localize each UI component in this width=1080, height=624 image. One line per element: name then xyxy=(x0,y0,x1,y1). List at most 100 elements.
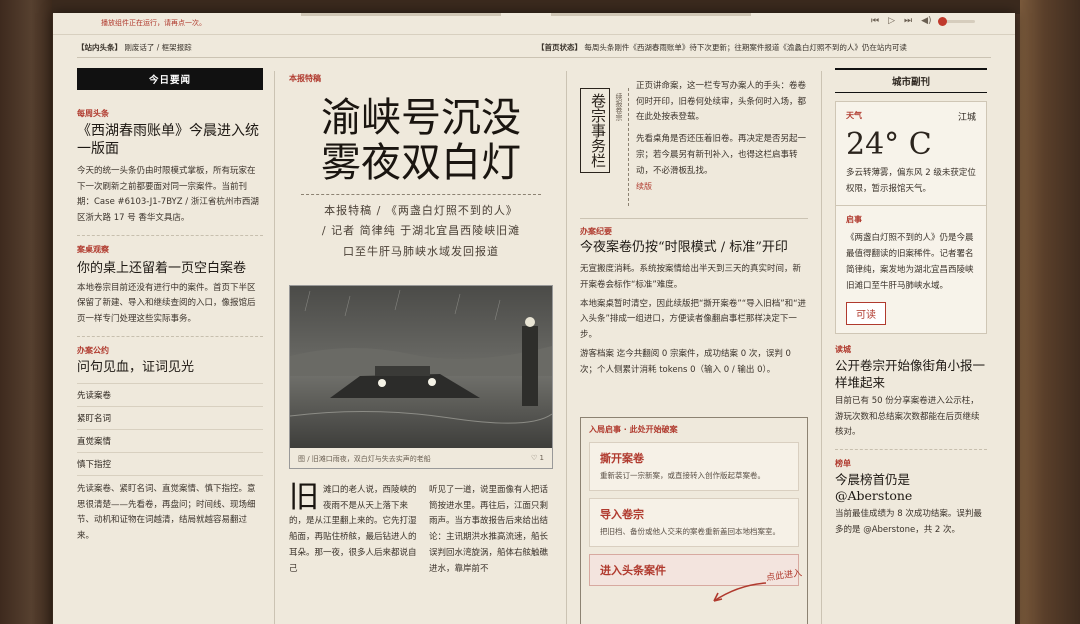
top-bar: 播放组件正在运行，请再点一次。 ⏮ ▷ ⏭ ◀) xyxy=(53,13,1015,35)
next-track-icon[interactable]: ⏭ xyxy=(904,16,912,26)
block-tag: 办案公约 xyxy=(77,345,109,355)
photo-caption: 图 / 旧滩口雨夜，双白灯与失去实声的老船 xyxy=(298,455,431,463)
col-rule-2 xyxy=(566,71,567,624)
card-title: 进入头条案件 xyxy=(600,563,666,577)
column-rule xyxy=(580,218,808,219)
list-item: 先读案卷 xyxy=(77,384,263,407)
reader-block: 读城 公开卷宗开始像街角小报一样堆起来 目前已有 50 份分享案卷进入公示柱，游… xyxy=(835,344,987,441)
feature-body-2: 听见了一道，说里面像有人把话筒按进水里。再往后，江面只剩雨声。当方事故报告后来给… xyxy=(429,485,549,574)
block-body: 本地卷宗目前还没有进行中的案件。首页下半区保留了新建、导入和继续查阅的入口，像报… xyxy=(77,282,256,325)
notice-p3: 游客档案 迄今共翻阅 0 宗案件，成功结案 0 次，误判 0 次；个人侧累计消耗… xyxy=(580,348,791,375)
rank-body: 当前最佳成绩为 8 次成功结案。误判最多的是 @Aberstone，共 2 次。 xyxy=(835,509,982,536)
ship-illustration xyxy=(290,286,552,448)
notice-p2: 本地案桌暂时清空，因此续版把“撕开案卷”“导入旧档”和“进入头条”排成一组进口，… xyxy=(580,298,807,341)
annotation-arrow-icon xyxy=(713,582,767,602)
divider xyxy=(77,234,263,236)
reader-body: 目前已有 50 份分享案卷进入公示柱，游玩次数和总结案次数都能在后页继续核对。 xyxy=(835,395,980,438)
byline-1: 本报特稿 / 《两盏白灯照不到的人》 xyxy=(324,203,518,217)
block-title: 问句见血，证词见光 xyxy=(77,360,263,384)
feature-text-col-1: 旧 滩口的老人说，西陵峡的夜雨不是从天上落下来的，是从江里翻上来的。它先打湿船面… xyxy=(289,483,417,577)
notice-tag: 办案纪要 xyxy=(580,227,612,236)
ticker-left-text[interactable]: 刚废话了 / 框架报踪 xyxy=(124,43,191,52)
column-intro: 正页讲命案，这一栏专写办案人的手头：卷卷何时开印，旧卷何处续审，头条何时入场，都… xyxy=(636,79,808,192)
reader-title[interactable]: 公开卷宗开始像街角小报一样堆起来 xyxy=(835,358,987,391)
block-tag: 案桌观察 xyxy=(77,244,109,254)
byline: 本报特稿 / 《两盏白灯照不到的人》 / 记者 简律纯 于湖北宜昌西陵峡旧滩 口… xyxy=(289,201,553,264)
divider xyxy=(835,448,987,450)
list-item: 慎下指控 xyxy=(77,453,263,476)
read-button[interactable]: 可读 xyxy=(846,302,886,326)
section-city: 城市副刊 xyxy=(835,68,987,93)
notice-box: 启事 《两盏白灯照不到的人》仍是今晨最值得翻读的旧案稀件。记者署名 简律纯，案发… xyxy=(835,206,987,335)
headline-line-2: 雾夜双白灯 xyxy=(321,139,521,186)
audio-player: ⏮ ▷ ⏭ ◀) xyxy=(871,16,975,26)
volume-icon[interactable]: ◀) xyxy=(921,16,931,26)
card-desc: 把旧档、备份或他人交来的案卷重新盖回本地档案室。 xyxy=(600,526,780,536)
col-rule-1 xyxy=(274,71,275,624)
byline-3: 口至牛肝马肺峡水域发回报道 xyxy=(343,245,499,259)
prev-track-icon[interactable]: ⏮ xyxy=(871,16,879,26)
notice-title: 今夜案卷仍按“时限模式 / 标准”开印 xyxy=(580,240,788,255)
entry-head: 入局启事 · 此处开始破案 xyxy=(589,425,678,434)
block-title[interactable]: 你的桌上还留着一页空白案卷 xyxy=(77,261,263,278)
feature-text-col-2: 听见了一道，说里面像有人把话筒按进水里。再往后，江面只剩雨声。当方事故报告后来给… xyxy=(429,483,553,577)
vertical-column-title: 卷宗事务栏 xyxy=(580,88,610,173)
more-link[interactable]: 续版 xyxy=(636,181,808,192)
dropcap: 旧 xyxy=(289,480,319,515)
like-button[interactable]: ♡ 1 xyxy=(531,454,544,464)
volume-knob[interactable] xyxy=(937,16,947,26)
weather-box: 天气 江城 24° C 多云转薄雾，偏东风 2 级未获定位权限，暂示报馆天气。 xyxy=(835,101,987,207)
headline-line-1: 渝峡号沉没 xyxy=(321,95,521,141)
intro-1: 正页讲命案，这一栏专写办案人的手头：卷卷何时开印，旧卷何处续审，头条何时入场，都… xyxy=(636,81,807,123)
vertical-rule xyxy=(628,88,629,206)
block-rules: 办案公约 问句见血，证词见光 先读案卷 紧盯名词 直觉案情 慎下指控 先读案卷、… xyxy=(77,345,263,545)
rank-block: 榜单 今晨榜首仍是 @Aberstone 当前最佳成绩为 8 次成功结案。误判最… xyxy=(835,458,987,539)
ticker-right-text: 每周头条刚件《西湖春雨账单》待下次更新；往期案件报道《渝蠡白灯照不到的人》仍在站… xyxy=(584,43,907,52)
notice-tag: 启事 xyxy=(846,215,862,225)
ticker-left: 【站内头条】 刚废话了 / 框架报踪 xyxy=(77,42,192,53)
card-title: 导入卷宗 xyxy=(600,507,644,521)
block-tag: 每周头条 xyxy=(77,109,109,118)
play-icon[interactable]: ▷ xyxy=(888,16,895,26)
block-desk: 案桌观察 你的桌上还留着一页空白案卷 本地卷宗目前还没有进行中的案件。首页下半区… xyxy=(77,244,263,328)
weather-tag: 天气 xyxy=(846,111,862,120)
feature-tag: 本报特稿 xyxy=(289,74,321,83)
card-title: 撕开案卷 xyxy=(600,452,644,465)
ticker-right: 【首页状态】 每周头条刚件《西湖春雨账单》待下次更新；往期案件报道《渝蠡白灯照不… xyxy=(537,42,907,53)
wood-right-edge xyxy=(1020,0,1080,624)
newspaper-page: 播放组件正在运行，请再点一次。 ⏮ ▷ ⏭ ◀) 【站内头条】 刚废话了 / 框… xyxy=(53,13,1015,624)
ticker-right-label: 【首页状态】 xyxy=(537,43,582,52)
ticker-left-label: 【站内头条】 xyxy=(77,43,122,52)
rank-tag: 榜单 xyxy=(835,458,851,468)
reader-tag: 读城 xyxy=(835,345,851,355)
wood-top xyxy=(0,0,1080,14)
entry-panel: 入局启事 · 此处开始破案 撕开案卷 重新装订一宗新案，或直接转入创作版起草案卷… xyxy=(580,417,808,624)
intro-2: 先看桌角是否还压着旧卷。再决定是否另起一宗；若今晨另有新刊补入，也得这栏启事转动… xyxy=(636,134,807,176)
headline-rule xyxy=(301,193,541,195)
col-rule-3 xyxy=(821,71,822,624)
block-body: 今天的统一头条仍由时限模式掌板，所有玩家在下一次刷新之前都要面对同一宗案件。当前… xyxy=(77,166,259,224)
import-case-card[interactable]: 导入卷宗 把旧档、备份或他人交来的案卷重新盖回本地档案室。 xyxy=(589,497,799,547)
block-weekly: 每周头条 《西湖春雨账单》今晨进入统一版面 今天的统一头条仍由时限模式掌板，所有… xyxy=(77,108,263,227)
block-tail: 先读案卷、紧盯名词、直觉案情、慎下指控。意思很清楚——先看卷，再盘问；时间线、现… xyxy=(77,483,256,541)
list-item: 紧盯名词 xyxy=(77,407,263,430)
player-note: 播放组件正在运行，请再点一次。 xyxy=(101,19,206,27)
section-today-news: 今日要闻 xyxy=(77,68,263,90)
feature-column: 本报特稿 渝峡号沉没 雾夜双白灯 本报特稿 / 《两盏白灯照不到的人》 / 记者… xyxy=(289,73,553,263)
right-column: 城市副刊 天气 江城 24° C 多云转薄雾，偏东风 2 级未获定位权限，暂示报… xyxy=(835,68,987,539)
news-ticker: 【站内头条】 刚废话了 / 框架报踪 【首页状态】 每周头条刚件《西湖春雨账单》… xyxy=(53,39,1015,55)
divider xyxy=(77,335,263,337)
photo-caption-bar: 图 / 旧滩口雨夜，双白灯与失去实声的老船 ♡ 1 xyxy=(298,454,544,464)
block-title[interactable]: 《西湖春雨账单》今晨进入统一版面 xyxy=(77,123,263,158)
header-rule xyxy=(77,57,991,58)
notice-block: 办案纪要 今夜案卷仍按“时限模式 / 标准”开印 无宣搬度消耗。系统按案情给出半… xyxy=(580,226,808,378)
feature-headline: 渝峡号沉没 雾夜双白灯 xyxy=(289,96,553,186)
feature-photo-frame: 图 / 旧滩口雨夜，双白灯与失去实声的老船 ♡ 1 xyxy=(289,285,553,469)
create-case-card[interactable]: 撕开案卷 重新装订一宗新案，或直接转入创作版起草案卷。 xyxy=(589,442,799,491)
byline-2: / 记者 简律纯 于湖北宜昌西陵峡旧滩 xyxy=(321,224,521,238)
notice-body: 《两盏白灯照不到的人》仍是今晨最值得翻读的旧案稀件。记者署名 简律纯，案发地为湖… xyxy=(846,233,974,291)
list-item: 直觉案情 xyxy=(77,430,263,453)
rank-title[interactable]: 今晨榜首仍是 @Aberstone xyxy=(835,472,987,505)
volume-slider[interactable] xyxy=(937,16,975,26)
notice-p1: 无宣搬度消耗。系统按案情给出半天到三天的真实时间，新开案卷会标作“标准”难度。 xyxy=(580,264,802,290)
